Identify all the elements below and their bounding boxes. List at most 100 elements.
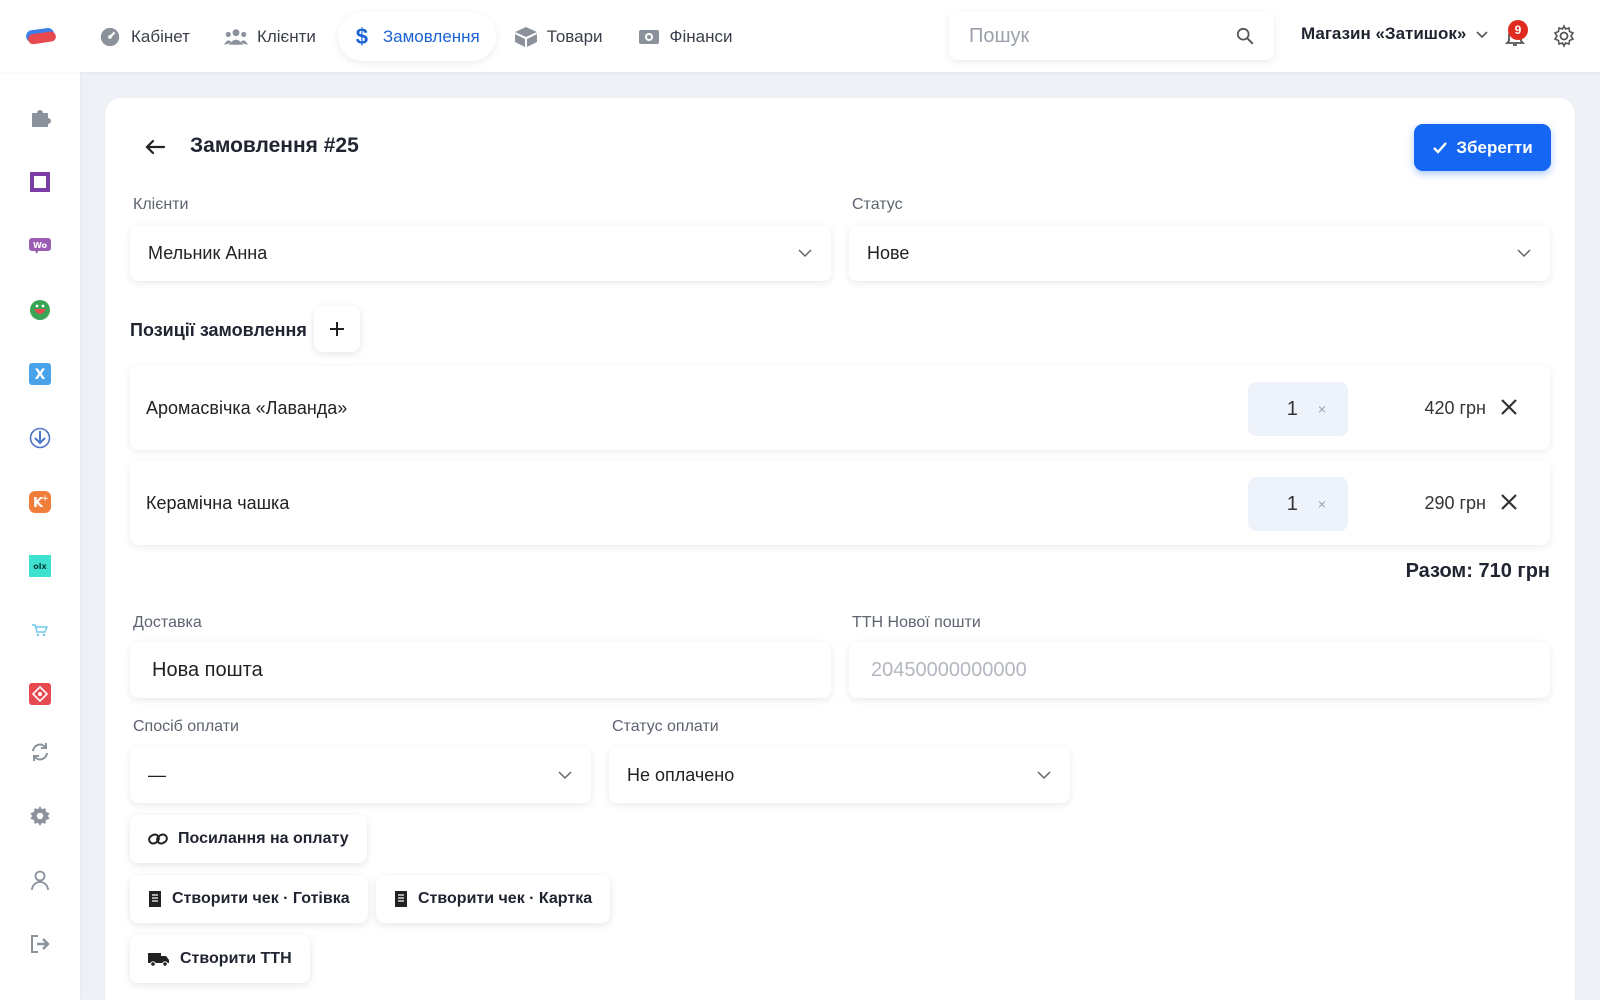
status-select[interactable]: Нове — [849, 225, 1550, 281]
link-icon — [148, 833, 168, 845]
download-icon[interactable] — [28, 426, 52, 450]
payment-status-select[interactable]: Не оплачено — [609, 747, 1070, 803]
client-label: Клієнти — [133, 196, 189, 213]
payment-method-label: Спосіб оплати — [133, 718, 239, 735]
client-select[interactable]: Мельник Анна — [130, 225, 831, 281]
sync-icon[interactable] — [28, 740, 52, 764]
item-price: 290 грн — [1424, 493, 1486, 513]
nav-label: Кабінет — [131, 26, 190, 46]
ttn-input[interactable] — [871, 658, 1528, 682]
app-logo-icon[interactable] — [24, 26, 58, 46]
receipt-icon — [149, 891, 161, 907]
woo-icon[interactable]: Wo — [28, 234, 52, 258]
puzzle-icon[interactable] — [28, 106, 52, 130]
payment-method-select[interactable]: — — [130, 747, 591, 803]
svg-text:Wo: Wo — [33, 241, 48, 250]
store-selector[interactable]: Магазин «Затишок» — [1301, 24, 1490, 44]
remove-item-icon[interactable] — [1498, 491, 1520, 513]
plus-icon — [330, 322, 344, 336]
nav-label: Клієнти — [256, 26, 316, 46]
receipt-card-label: Створити чек · Картка — [418, 890, 593, 907]
nav-item-finance[interactable]: Фінанси — [625, 12, 749, 61]
truck-icon — [148, 953, 169, 967]
delivery-label: Доставка — [133, 614, 202, 631]
logout-icon[interactable] — [28, 932, 52, 956]
item-name: Керамічна чашка — [146, 493, 290, 513]
receipt-card-button[interactable]: Створити чек · Картка — [376, 875, 611, 923]
save-button[interactable]: Зберегти — [1414, 124, 1551, 171]
settings-gear-icon[interactable] — [1552, 24, 1576, 48]
svg-text:+: + — [41, 494, 49, 504]
payment-link-button[interactable]: Посилання на оплату — [130, 815, 367, 863]
quantity-value: 1 — [1286, 397, 1298, 420]
create-ttn-button[interactable]: Створити ТТН — [130, 935, 310, 983]
item-name: Аромасвічка «Лаванда» — [146, 398, 348, 418]
ttn-field[interactable] — [849, 642, 1550, 698]
add-position-button[interactable] — [314, 306, 360, 352]
search-input[interactable] — [969, 24, 1236, 48]
money-icon — [637, 25, 661, 49]
remove-item-icon[interactable] — [1498, 396, 1520, 418]
nav-item-dashboard[interactable]: Кабінет — [86, 12, 206, 61]
x-icon[interactable]: X — [28, 362, 52, 386]
payment-status-value: Не оплачено — [627, 764, 735, 785]
dashboard-icon — [98, 25, 122, 49]
client-value: Мельник Анна — [148, 242, 268, 263]
box-icon — [514, 25, 538, 49]
cart-icon[interactable] — [28, 618, 52, 642]
sidebar: Wo X K + olx — [0, 72, 80, 1000]
save-label: Зберегти — [1456, 137, 1533, 157]
positions-title: Позиції замовлення — [130, 320, 307, 340]
order-item-row: Керамічна чашка 1 × 290 грн — [130, 461, 1550, 545]
status-label: Статус — [852, 196, 903, 213]
store-name: Магазин «Затишок» — [1301, 24, 1467, 43]
chevron-down-icon — [1476, 31, 1488, 39]
nav-item-products[interactable]: Товари — [502, 12, 619, 61]
k-plus-icon[interactable]: K + — [28, 490, 52, 514]
smile-icon[interactable] — [28, 298, 52, 322]
main-nav: Кабінет Клієнти $ Замовлення Товари Фіна… — [86, 12, 748, 61]
status-value: Нове — [867, 242, 910, 263]
receipt-icon — [395, 891, 407, 907]
nav-label: Замовлення — [382, 26, 480, 46]
receipt-cash-label: Створити чек · Готівка — [172, 890, 350, 907]
nav-label: Товари — [546, 26, 603, 46]
quantity-input[interactable]: 1 × — [1248, 382, 1348, 436]
quantity-value: 1 — [1286, 492, 1298, 515]
receipt-cash-button[interactable]: Створити чек · Готівка — [130, 875, 368, 923]
ttn-label: ТТН Нової пошти — [852, 614, 981, 631]
svg-text:X: X — [35, 367, 46, 383]
gear-icon[interactable] — [28, 804, 52, 828]
nav-item-orders[interactable]: $ Замовлення — [337, 12, 496, 61]
delivery-field[interactable] — [130, 642, 831, 698]
search-icon[interactable] — [1236, 27, 1254, 45]
payment-method-value: — — [148, 764, 166, 785]
multiply-icon: × — [1317, 496, 1326, 512]
chevron-down-icon — [558, 771, 572, 780]
payment-link-label: Посилання на оплату — [178, 830, 349, 847]
dollar-icon: $ — [355, 23, 369, 49]
user-icon[interactable] — [28, 868, 52, 892]
quantity-input[interactable]: 1 × — [1248, 477, 1348, 531]
create-ttn-label: Створити ТТН — [180, 950, 292, 967]
back-arrow-icon[interactable] — [142, 134, 168, 160]
item-price: 420 грн — [1424, 398, 1486, 418]
nav-item-clients[interactable]: Клієнти — [212, 12, 332, 61]
svg-text:olx: olx — [33, 562, 47, 571]
square-icon[interactable] — [28, 170, 52, 194]
users-icon — [223, 25, 248, 49]
check-icon — [1433, 141, 1448, 154]
nav-label: Фінанси — [669, 26, 733, 46]
diamond-icon[interactable] — [28, 682, 52, 706]
notification-badge: 9 — [1508, 20, 1528, 40]
page-title: Замовлення #25 — [190, 134, 359, 157]
payment-status-label: Статус оплати — [612, 718, 719, 735]
search-box — [949, 12, 1274, 60]
chevron-down-icon — [798, 249, 812, 258]
delivery-input[interactable] — [152, 658, 809, 682]
order-total: Разом: 710 грн — [1405, 560, 1550, 582]
top-bar: Кабінет Клієнти $ Замовлення Товари Фіна… — [0, 0, 1600, 72]
olx-icon[interactable]: olx — [28, 554, 52, 578]
order-item-row: Аромасвічка «Лаванда» 1 × 420 грн — [130, 366, 1550, 450]
chevron-down-icon — [1517, 249, 1531, 258]
